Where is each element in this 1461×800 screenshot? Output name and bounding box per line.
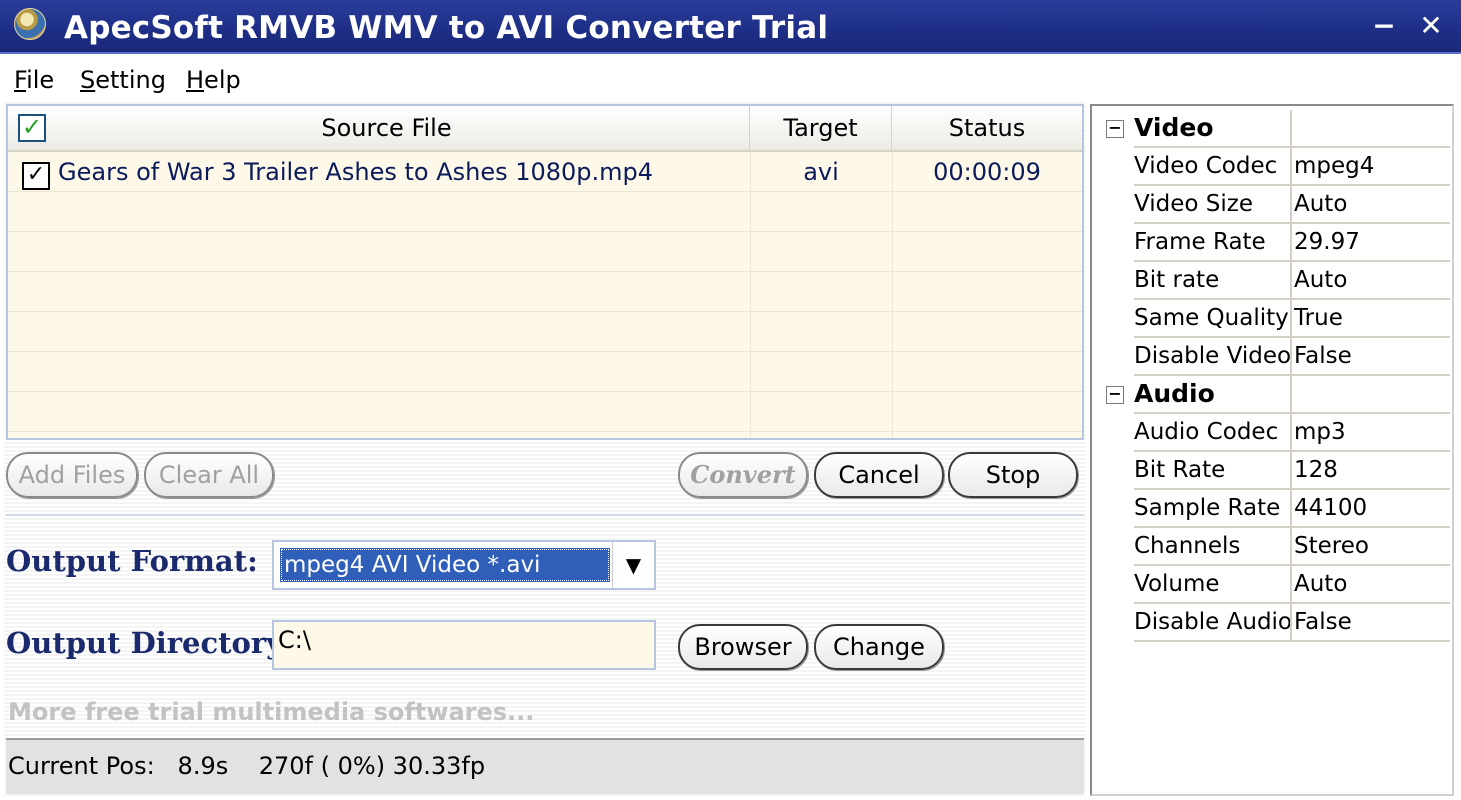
category-audio-label: Audio	[1134, 376, 1292, 414]
file-row-source: Gears of War 3 Trailer Ashes to Ashes 10…	[58, 158, 654, 186]
property-value[interactable]: mp3	[1292, 414, 1450, 452]
property-key: Volume	[1134, 566, 1292, 604]
empty-row	[8, 272, 1082, 312]
column-header-source[interactable]: Source File	[8, 106, 750, 150]
app-logo-icon[interactable]	[14, 8, 46, 40]
empty-row	[8, 232, 1082, 272]
property-key: Same Quality	[1134, 300, 1292, 338]
property-value[interactable]: True	[1292, 300, 1450, 338]
menu-help[interactable]: Help	[186, 66, 241, 94]
file-row[interactable]: ✓ Gears of War 3 Trailer Ashes to Ashes …	[8, 152, 1082, 192]
section-divider	[6, 514, 1084, 516]
property-value[interactable]: 128	[1292, 452, 1450, 490]
empty-row	[8, 392, 1082, 432]
property-row[interactable]: Video Codec mpeg4	[1092, 148, 1452, 186]
property-key: Video Size	[1134, 186, 1292, 224]
menu-help-mnemonic: H	[186, 66, 205, 94]
menu-file[interactable]: File	[14, 66, 54, 94]
category-video[interactable]: − Video	[1092, 110, 1452, 148]
menu-setting[interactable]: Setting	[80, 66, 166, 94]
title-bar[interactable]: ApecSoft RMVB WMV to AVI Converter Trial…	[0, 0, 1461, 54]
property-value[interactable]: 44100	[1292, 490, 1450, 528]
property-row[interactable]: Bit Rate 128	[1092, 452, 1452, 490]
output-format-label: Output Format:	[6, 544, 258, 578]
property-row[interactable]: Video Size Auto	[1092, 186, 1452, 224]
file-row-target: avi	[803, 158, 839, 186]
property-key: Sample Rate	[1134, 490, 1292, 528]
property-grid[interactable]: − Video Video Codec mpeg4 Video Size Aut…	[1090, 104, 1454, 796]
file-row-status: 00:00:09	[933, 158, 1041, 186]
property-key: Disable Video	[1134, 338, 1292, 376]
collapse-icon[interactable]: −	[1106, 120, 1124, 138]
property-value[interactable]: Auto	[1292, 186, 1450, 224]
empty-row	[8, 312, 1082, 352]
add-files-button[interactable]: Add Files	[6, 452, 138, 498]
property-value[interactable]: mpeg4	[1292, 148, 1450, 186]
property-value[interactable]: False	[1292, 604, 1450, 642]
property-row[interactable]: Channels Stereo	[1092, 528, 1452, 566]
file-row-checkbox[interactable]: ✓	[22, 162, 50, 190]
output-directory-label: Output Directory:	[6, 626, 294, 660]
column-header-target[interactable]: Target	[750, 106, 892, 150]
property-value[interactable]: Auto	[1292, 566, 1450, 604]
property-key: Bit rate	[1134, 262, 1292, 300]
property-key: Bit Rate	[1134, 452, 1292, 490]
stop-button[interactable]: Stop	[948, 452, 1078, 498]
property-key: Video Codec	[1134, 148, 1292, 186]
property-value[interactable]: False	[1292, 338, 1450, 376]
change-button[interactable]: Change	[814, 624, 944, 670]
property-row[interactable]: Same Quality True	[1092, 300, 1452, 338]
property-row[interactable]: Audio Codec mp3	[1092, 414, 1452, 452]
menu-help-label: elp	[204, 66, 241, 94]
category-video-label: Video	[1134, 110, 1292, 148]
convert-button[interactable]: Convert	[678, 452, 808, 498]
minimize-button[interactable]: −	[1366, 8, 1402, 44]
dropdown-arrow-icon[interactable]: ▼	[612, 542, 654, 588]
property-value[interactable]: 29.97	[1292, 224, 1450, 262]
menu-bar: File Setting Help	[0, 56, 1461, 102]
cancel-button[interactable]: Cancel	[814, 452, 944, 498]
output-format-select[interactable]: mpeg4 AVI Video *.avi ▼	[272, 540, 656, 590]
category-audio[interactable]: − Audio	[1092, 376, 1452, 414]
more-software-link[interactable]: More free trial multimedia softwares...	[8, 698, 534, 726]
column-header-status[interactable]: Status	[892, 106, 1082, 150]
output-format-value: mpeg4 AVI Video *.avi	[280, 548, 610, 582]
property-row[interactable]: Volume Auto	[1092, 566, 1452, 604]
clear-all-button[interactable]: Clear All	[144, 452, 274, 498]
property-key: Disable Audio	[1134, 604, 1292, 642]
property-row[interactable]: Sample Rate 44100	[1092, 490, 1452, 528]
menu-file-mnemonic: F	[14, 66, 27, 94]
property-key: Channels	[1134, 528, 1292, 566]
empty-row	[8, 352, 1082, 392]
property-row[interactable]: Disable Video False	[1092, 338, 1452, 376]
collapse-icon[interactable]: −	[1106, 386, 1124, 404]
menu-file-label: ile	[26, 66, 55, 94]
property-key: Audio Codec	[1134, 414, 1292, 452]
browser-button[interactable]: Browser	[678, 624, 808, 670]
property-key: Frame Rate	[1134, 224, 1292, 262]
close-button[interactable]: ✕	[1413, 8, 1449, 44]
property-row[interactable]: Bit rate Auto	[1092, 262, 1452, 300]
column-source-label: Source File	[321, 114, 452, 142]
file-list-header: ✓ Source File Target Status	[8, 106, 1082, 152]
file-list[interactable]: ✓ Source File Target Status ✓ Gears of W…	[6, 104, 1084, 440]
menu-setting-label: etting	[95, 66, 166, 94]
property-value[interactable]: Auto	[1292, 262, 1450, 300]
menu-setting-mnemonic: S	[80, 66, 96, 94]
category-audio-value	[1292, 376, 1450, 414]
status-bar: Current Pos: 8.9s 270f ( 0%) 30.33fp	[6, 738, 1084, 794]
output-directory-field[interactable]: C:\	[272, 620, 656, 670]
property-row[interactable]: Disable Audio False	[1092, 604, 1452, 642]
category-video-value	[1292, 110, 1450, 148]
window-title: ApecSoft RMVB WMV to AVI Converter Trial	[64, 10, 829, 46]
status-current-pos: Current Pos: 8.9s 270f ( 0%) 30.33fp	[8, 752, 486, 780]
property-value[interactable]: Stereo	[1292, 528, 1450, 566]
property-row[interactable]: Frame Rate 29.97	[1092, 224, 1452, 262]
empty-row	[8, 192, 1082, 232]
